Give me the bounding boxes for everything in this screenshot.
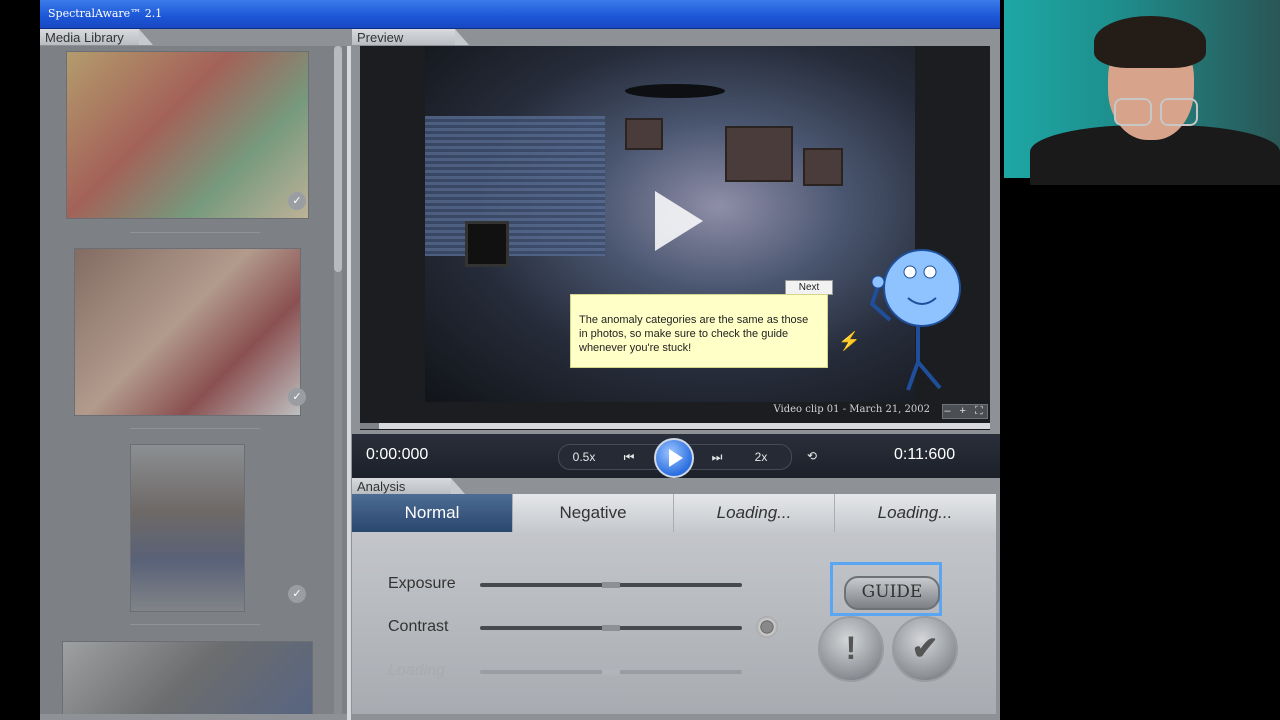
step-back-icon[interactable]: ⏮ (615, 445, 643, 469)
video-caption: Video clip 01 - March 21, 2002 (773, 404, 930, 415)
mascot-character (869, 249, 961, 391)
step-forward-icon[interactable]: ⏭ (703, 445, 731, 469)
window-title: SpectralAware™ 2.1 (48, 7, 163, 20)
library-thumbnail-2[interactable] (75, 249, 300, 415)
slider-knob[interactable] (602, 582, 620, 588)
video-play-icon[interactable] (655, 191, 703, 251)
divider (130, 624, 260, 625)
check-icon: ✓ (288, 585, 306, 603)
seek-bar[interactable] (360, 423, 990, 429)
wall-picture (625, 118, 663, 150)
television (465, 221, 509, 267)
tab-loading-2[interactable]: Loading... (835, 494, 995, 532)
library-thumbnail-4[interactable] (63, 642, 312, 714)
analysis-tabs: Normal Negative Loading... Loading... (352, 494, 996, 532)
tab-loading-1[interactable]: Loading... (674, 494, 835, 532)
title-bar: SpectralAware™ 2.1 (40, 0, 1000, 29)
preview-tab: Preview (352, 29, 469, 45)
exposure-label: Exposure (388, 575, 456, 592)
tab-normal[interactable]: Normal (352, 494, 513, 532)
transport-bar: 0:00:000 0.5x ⏮ ⏭ 2x ⟲ 0:11:600 (352, 434, 1000, 478)
loading-slider[interactable] (480, 669, 742, 675)
slow-speed-button[interactable]: 0.5x (563, 445, 605, 469)
confirm-button[interactable]: ✔ (892, 616, 958, 682)
app-window: SpectralAware™ 2.1 Media Library ✓ ✓ ✓ P… (40, 0, 1000, 720)
tooltip-next-button[interactable]: Next (785, 280, 833, 295)
exposure-slider[interactable] (480, 582, 742, 588)
tutorial-tooltip: The anomaly categories are the same as t… (570, 294, 828, 368)
ceiling-fan (625, 84, 725, 98)
preview-panel: Next The anomaly categories are the same… (360, 46, 990, 430)
zoom-controls[interactable]: – + ⛶ (942, 404, 988, 419)
webcam-person-hair (1094, 16, 1206, 68)
loading-label: Loading (388, 662, 445, 679)
seek-progress (360, 423, 379, 429)
fast-speed-button[interactable]: 2x (745, 445, 777, 469)
divider (130, 232, 260, 233)
media-library-tab: Media Library (40, 29, 153, 45)
anomaly-button[interactable]: ! (818, 616, 884, 682)
tooltip-text: The anomaly categories are the same as t… (579, 314, 809, 354)
glasses-icon (1114, 98, 1152, 126)
play-button[interactable] (654, 438, 694, 478)
lightning-icon: ⚡ (838, 331, 861, 351)
room-window (425, 116, 605, 256)
tab-negative[interactable]: Negative (513, 494, 674, 532)
slider-knob[interactable] (602, 669, 620, 675)
slider-knob[interactable] (602, 625, 620, 631)
divider (130, 428, 260, 429)
contrast-slider[interactable] (480, 625, 742, 631)
analysis-panel: Normal Negative Loading... Loading... Ex… (352, 494, 996, 714)
library-thumbnail-1[interactable] (67, 52, 308, 218)
current-time: 0:00:000 (366, 446, 429, 463)
wall-picture (803, 148, 843, 186)
library-scrollbar-thumb[interactable] (334, 46, 342, 272)
check-icon: ✓ (288, 192, 306, 210)
contrast-label: Contrast (388, 618, 449, 635)
wall-picture (725, 126, 793, 182)
analysis-tab: Analysis (352, 478, 465, 494)
panel-divider (347, 46, 351, 720)
media-library-panel: ✓ ✓ ✓ (40, 46, 348, 714)
loop-icon[interactable]: ⟲ (800, 444, 824, 468)
glasses-icon (1160, 98, 1198, 126)
library-thumbnail-3[interactable] (131, 445, 244, 611)
reset-contrast-button[interactable] (756, 616, 778, 638)
total-time: 0:11:600 (894, 446, 956, 463)
check-icon: ✓ (288, 388, 306, 406)
guide-button[interactable]: GUIDE (844, 576, 940, 610)
